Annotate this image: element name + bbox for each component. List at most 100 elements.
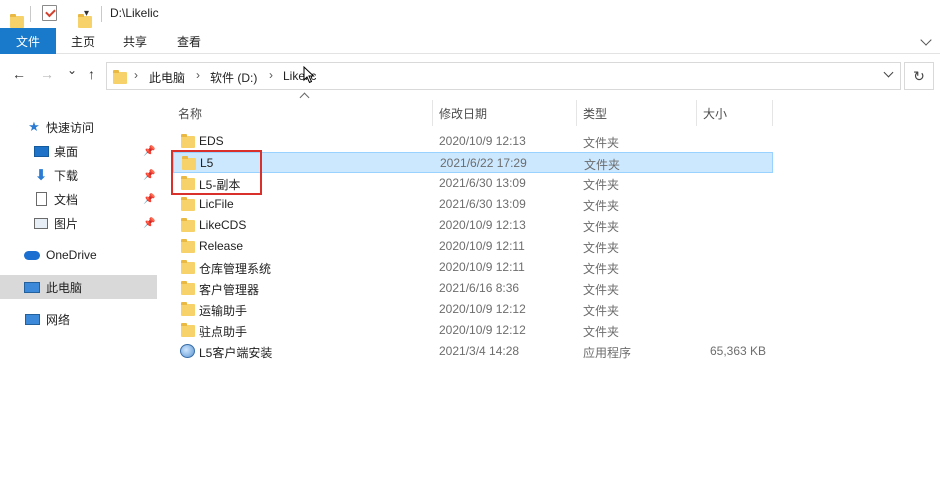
file-date: 2021/6/16 8:36 [439, 281, 520, 295]
sidebar-item-label: 桌面 [54, 144, 79, 159]
file-type: 文件夹 [583, 325, 620, 339]
column-divider[interactable] [576, 100, 577, 126]
file-type: 文件夹 [583, 136, 620, 150]
sidebar-item-label: 网络 [46, 312, 71, 327]
breadcrumb-this-pc[interactable]: 此电脑 [149, 69, 185, 86]
table-row[interactable]: L5 2021/6/22 17:29 文件夹 [173, 152, 773, 173]
column-divider[interactable] [432, 100, 433, 126]
pin-icon: 📌 [143, 145, 156, 157]
file-date: 2020/10/9 12:13 [439, 134, 526, 148]
sidebar-item-label: 快速访问 [46, 120, 95, 135]
file-size: 65,363 KB [710, 344, 767, 358]
file-name: Release [199, 239, 244, 253]
table-row[interactable]: Release 2020/10/9 12:11 文件夹 [173, 236, 773, 257]
mouse-cursor-icon [303, 66, 315, 84]
expand-ribbon-icon[interactable] [920, 34, 932, 46]
pin-icon: 📌 [143, 169, 156, 181]
up-button[interactable]: ↑ [88, 66, 95, 82]
tab-file[interactable]: 文件 [0, 28, 56, 54]
breadcrumb-separator[interactable]: › [196, 68, 200, 82]
computer-icon [24, 281, 40, 293]
breadcrumb-drive-d[interactable]: 软件 (D:) [210, 69, 257, 86]
column-divider[interactable] [696, 100, 697, 126]
file-type: 文件夹 [583, 220, 620, 234]
tab-home[interactable]: 主页 [71, 28, 95, 54]
table-row[interactable]: L5-副本 2021/6/30 13:09 文件夹 [173, 173, 773, 194]
sidebar-item-label: OneDrive [46, 248, 97, 262]
folder-icon [181, 302, 195, 316]
file-list: 名称 修改日期 类型 大小 EDS 2020/10/9 12:13 文件夹 L5 202… [168, 92, 940, 489]
file-date: 2021/6/22 17:29 [440, 156, 527, 170]
file-name: LicFile [199, 197, 234, 211]
file-date: 2020/10/9 12:12 [439, 323, 526, 337]
file-date: 2020/10/9 12:11 [439, 260, 525, 274]
navigation-bar: ← → ⌄ ↑ › 此电脑 › 软件 (D:) › Likelic ↻ [0, 54, 940, 98]
forward-button[interactable]: → [40, 66, 54, 82]
breadcrumb-separator[interactable]: › [269, 68, 273, 82]
column-divider[interactable] [772, 100, 773, 126]
address-dropdown-icon[interactable] [883, 67, 894, 78]
download-icon: ⬇ [34, 167, 48, 184]
table-row[interactable]: 驻点助手 2020/10/9 12:12 文件夹 [173, 320, 773, 341]
title-bar: ▾ D:\Likelic [0, 0, 940, 28]
customize-dropdown-icon[interactable]: ▾ [84, 8, 89, 19]
sidebar-item-onedrive[interactable]: OneDrive [0, 243, 157, 267]
network-icon [24, 313, 40, 325]
column-header-size[interactable]: 大小 [703, 105, 727, 122]
toolbar-separator [30, 6, 31, 22]
installer-icon [180, 344, 195, 358]
tab-view[interactable]: 查看 [177, 28, 201, 54]
file-type: 文件夹 [584, 158, 621, 172]
sidebar-item-desktop[interactable]: 桌面 📌 [0, 139, 157, 163]
file-type: 应用程序 [583, 346, 632, 360]
file-date: 2020/10/9 12:11 [439, 239, 525, 253]
ribbon-tabs: 文件 主页 共享 查看 [0, 28, 940, 54]
column-header-type[interactable]: 类型 [583, 105, 607, 122]
sidebar-item-documents[interactable]: 文档 📌 [0, 187, 157, 211]
folder-icon [181, 323, 195, 337]
tab-share[interactable]: 共享 [123, 28, 147, 54]
sidebar-item-downloads[interactable]: ⬇ 下载 📌 [0, 163, 157, 187]
back-button[interactable]: ← [12, 66, 26, 82]
address-folder-icon [113, 70, 127, 84]
folder-icon [181, 218, 195, 232]
table-row[interactable]: 运输助手 2020/10/9 12:12 文件夹 [173, 299, 773, 320]
address-bar[interactable]: › 此电脑 › 软件 (D:) › Likelic [106, 62, 901, 90]
file-type: 文件夹 [583, 199, 620, 213]
folder-icon [181, 239, 195, 253]
file-date: 2021/6/30 13:09 [439, 176, 526, 190]
breadcrumb-separator[interactable]: › [134, 68, 138, 82]
title-separator [101, 6, 102, 22]
folder-icon [181, 281, 195, 295]
sidebar-item-network[interactable]: 网络 [0, 307, 157, 331]
column-header-name[interactable]: 名称 [178, 105, 202, 122]
file-type: 文件夹 [583, 304, 620, 318]
file-date: 2020/10/9 12:13 [439, 218, 526, 232]
column-header-date[interactable]: 修改日期 [439, 105, 487, 122]
file-type: 文件夹 [583, 178, 620, 192]
file-date: 2021/6/30 13:09 [439, 197, 526, 211]
sidebar-item-quick-access[interactable]: ★ 快速访问 [0, 115, 157, 139]
sidebar-item-this-pc[interactable]: 此电脑 [0, 275, 157, 299]
table-row[interactable]: LikeCDS 2020/10/9 12:13 文件夹 [173, 215, 773, 236]
navigation-pane: ★ 快速访问 桌面 📌 ⬇ 下载 📌 文档 📌 图片 📌 OneDrive 此电… [0, 98, 160, 489]
recent-locations-button[interactable]: ⌄ [67, 63, 77, 77]
properties-check-icon[interactable] [42, 5, 57, 21]
window-title: D:\Likelic [110, 6, 159, 20]
folder-icon [181, 134, 195, 148]
annotation-highlight-box [171, 150, 262, 195]
file-name: EDS [199, 134, 224, 148]
folder-icon[interactable] [10, 14, 24, 28]
table-row[interactable]: LicFile 2021/6/30 13:09 文件夹 [173, 194, 773, 215]
file-type: 文件夹 [583, 241, 620, 255]
cloud-icon [24, 250, 40, 260]
file-date: 2020/10/9 12:12 [439, 302, 526, 316]
file-date: 2021/3/4 14:28 [439, 344, 520, 358]
table-row[interactable]: 仓库管理系统 2020/10/9 12:11 文件夹 [173, 257, 773, 278]
refresh-button[interactable]: ↻ [904, 62, 934, 90]
table-row[interactable]: 客户管理器 2021/6/16 8:36 文件夹 [173, 278, 773, 299]
table-row[interactable]: EDS 2020/10/9 12:13 文件夹 [173, 131, 773, 152]
table-row[interactable]: L5客户端安装 2021/3/4 14:28 应用程序 65,363 KB [173, 341, 773, 362]
sidebar-item-pictures[interactable]: 图片 📌 [0, 211, 157, 235]
file-name: 驻点助手 [199, 325, 248, 339]
